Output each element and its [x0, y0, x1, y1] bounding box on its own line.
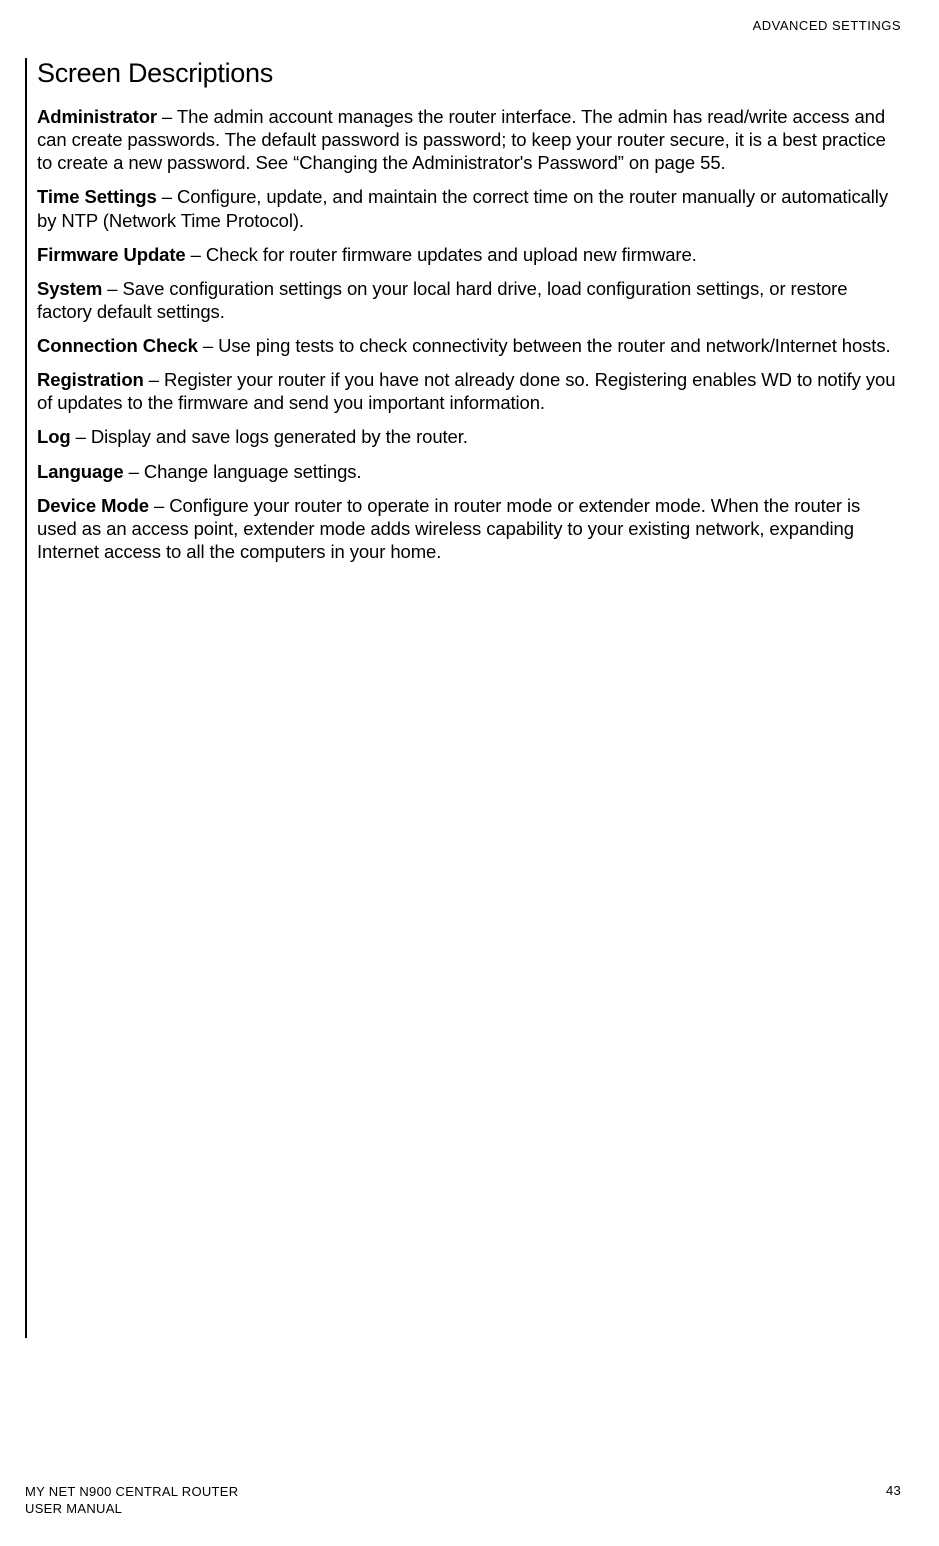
desc-item: Log – Display and save logs generated by… [37, 425, 899, 448]
desc-term: Device Mode [37, 495, 149, 516]
footer-product-line2: USER MANUAL [25, 1500, 238, 1518]
desc-text: – Change language settings. [124, 461, 362, 482]
desc-term: Registration [37, 369, 144, 390]
page-number: 43 [886, 1483, 901, 1498]
desc-term: Firmware Update [37, 244, 186, 265]
desc-item: Language – Change language settings. [37, 460, 899, 483]
desc-text: – Display and save logs generated by the… [71, 426, 468, 447]
header-section-label: ADVANCED SETTINGS [753, 18, 901, 33]
desc-term: Log [37, 426, 71, 447]
desc-text: – Register your router if you have not a… [37, 369, 895, 413]
desc-item: Connection Check – Use ping tests to che… [37, 334, 899, 357]
desc-text: – Check for router firmware updates and … [186, 244, 697, 265]
desc-term: System [37, 278, 102, 299]
desc-term: Administrator [37, 106, 157, 127]
desc-item: Time Settings – Configure, update, and m… [37, 185, 899, 231]
footer-product: MY NET N900 CENTRAL ROUTER USER MANUAL [25, 1483, 238, 1518]
page-heading: Screen Descriptions [37, 58, 899, 89]
desc-text: – Configure, update, and maintain the co… [37, 186, 888, 230]
desc-text: – Configure your router to operate in ro… [37, 495, 860, 562]
desc-item: Administrator – The admin account manage… [37, 105, 899, 174]
desc-item: Firmware Update – Check for router firmw… [37, 243, 899, 266]
desc-text: – The admin account manages the router i… [37, 106, 886, 173]
desc-term: Time Settings [37, 186, 157, 207]
page-content: Screen Descriptions Administrator – The … [37, 58, 899, 574]
desc-text: – Use ping tests to check connectivity b… [198, 335, 891, 356]
vertical-rule [25, 58, 27, 1338]
desc-item: System – Save configuration settings on … [37, 277, 899, 323]
desc-term: Language [37, 461, 124, 482]
desc-text: – Save configuration settings on your lo… [37, 278, 847, 322]
desc-item: Device Mode – Configure your router to o… [37, 494, 899, 563]
page-footer: MY NET N900 CENTRAL ROUTER USER MANUAL 4… [25, 1483, 901, 1518]
desc-item: Registration – Register your router if y… [37, 368, 899, 414]
desc-term: Connection Check [37, 335, 198, 356]
footer-product-line1: MY NET N900 CENTRAL ROUTER [25, 1483, 238, 1501]
